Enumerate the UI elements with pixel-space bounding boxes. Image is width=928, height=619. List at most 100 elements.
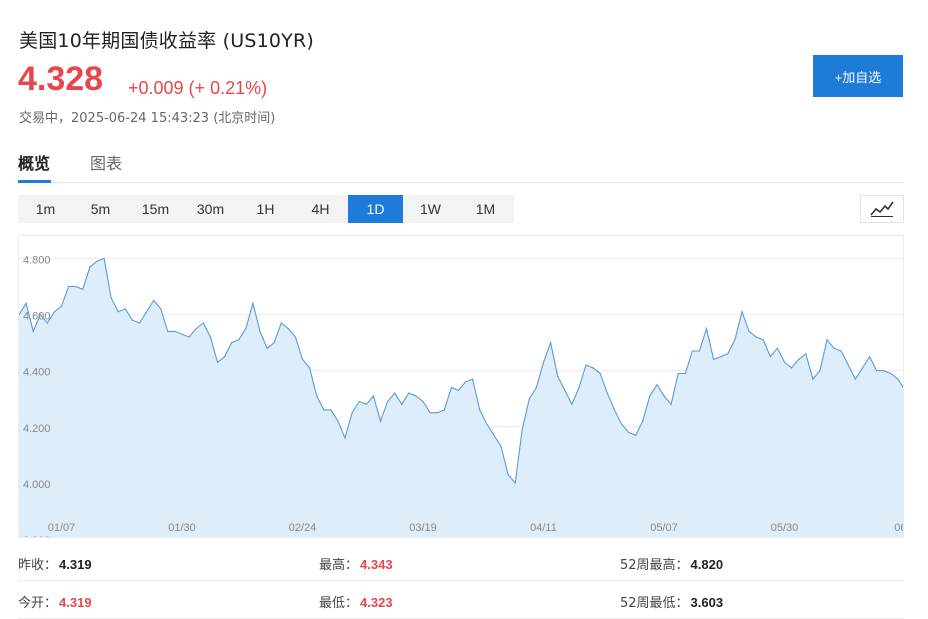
data-point xyxy=(649,395,651,397)
data-point xyxy=(32,330,34,332)
y-tick-label: 4.600 xyxy=(23,311,51,323)
interval-1mo[interactable]: 1M xyxy=(458,195,513,223)
data-point xyxy=(330,409,332,411)
data-point xyxy=(394,392,396,394)
data-point xyxy=(897,378,899,380)
data-point xyxy=(422,400,424,403)
data-point xyxy=(564,389,566,391)
price-change: +0.009 (+ 0.21%) xyxy=(128,78,268,98)
data-point xyxy=(748,330,750,332)
data-point xyxy=(550,342,552,344)
chart-type-button[interactable] xyxy=(860,195,904,223)
stat-prev-close: 昨收： 4.319 xyxy=(18,557,92,573)
data-point xyxy=(769,356,771,358)
data-point xyxy=(883,370,885,372)
data-point xyxy=(174,330,176,332)
interval-1h[interactable]: 1H xyxy=(238,195,293,223)
data-point xyxy=(160,308,162,310)
data-point xyxy=(486,423,488,425)
data-point xyxy=(167,330,169,332)
data-point xyxy=(124,308,126,310)
data-point xyxy=(323,409,325,411)
data-point xyxy=(372,395,374,397)
data-point xyxy=(252,302,254,304)
tab-overview[interactable]: 概览 xyxy=(18,150,51,183)
data-point xyxy=(195,328,197,330)
data-point xyxy=(464,381,467,383)
data-point xyxy=(202,322,204,324)
data-point xyxy=(521,429,523,431)
data-point xyxy=(876,370,878,372)
interval-5m[interactable]: 5m xyxy=(73,195,128,223)
data-point xyxy=(287,328,289,330)
data-point xyxy=(138,322,141,324)
stat-52w-high: 52周最高： 4.820 xyxy=(620,557,724,573)
data-point xyxy=(535,386,538,389)
data-point xyxy=(798,358,800,360)
interval-1m[interactable]: 1m xyxy=(18,195,73,223)
data-point xyxy=(266,347,268,349)
x-tick-label: 01/30 xyxy=(168,522,196,534)
interval-1d[interactable]: 1D xyxy=(348,195,403,223)
stat-low: 最低： 4.323 xyxy=(319,595,393,611)
data-point xyxy=(847,364,849,366)
data-point xyxy=(762,339,764,341)
chart-canvas: 4.800 4.600 4.400 4.200 4.000 3.80001/07 01/30… xyxy=(19,254,903,538)
stats-row: 今开： 4.319 最低： 4.323 52周最低： 3.603 xyxy=(18,581,904,619)
add-watchlist-button[interactable]: +加自选 xyxy=(813,55,903,97)
data-point xyxy=(826,339,828,341)
data-point xyxy=(500,445,502,447)
interval-4h[interactable]: 4H xyxy=(293,195,348,223)
data-point xyxy=(443,409,445,411)
data-point xyxy=(542,361,545,363)
data-point xyxy=(734,339,736,341)
y-tick-label: 4.400 xyxy=(23,367,51,379)
series-area xyxy=(19,258,903,537)
data-point xyxy=(46,322,48,324)
data-point xyxy=(216,361,219,363)
x-tick-label: 05/07 xyxy=(650,522,678,534)
data-point xyxy=(578,386,580,389)
data-point xyxy=(642,420,644,422)
data-point xyxy=(25,302,27,304)
yield-chart[interactable]: 4.800 4.600 4.400 4.200 4.000 3.80001/07 01/30… xyxy=(18,235,904,538)
data-point xyxy=(224,356,226,358)
data-point xyxy=(890,372,892,375)
tab-chart[interactable]: 图表 xyxy=(90,150,122,182)
data-point xyxy=(854,378,857,380)
interval-30m[interactable]: 30m xyxy=(183,195,238,223)
data-point xyxy=(663,395,665,397)
data-point xyxy=(727,353,729,355)
stat-high: 最高： 4.343 xyxy=(319,557,393,573)
interval-selector: 1m 5m 15m 30m 1H 4H 1D 1W 1M xyxy=(18,195,514,223)
data-point xyxy=(755,336,757,338)
data-point xyxy=(358,400,360,403)
line-chart-icon xyxy=(870,201,894,217)
data-point xyxy=(514,482,516,484)
data-point xyxy=(337,420,339,422)
y-tick-label: 4.800 xyxy=(23,254,51,266)
data-point xyxy=(741,311,743,313)
data-point xyxy=(316,395,318,397)
data-point xyxy=(592,367,594,369)
interval-15m[interactable]: 15m xyxy=(128,195,183,223)
data-point xyxy=(776,347,779,349)
tab-bar: 概览 图表 xyxy=(18,150,904,183)
data-point xyxy=(585,364,587,366)
y-tick-label: 3.800 xyxy=(23,535,51,538)
data-point xyxy=(819,370,821,372)
x-tick-label: 03/19 xyxy=(409,522,437,534)
data-point xyxy=(677,372,679,375)
data-point xyxy=(238,339,240,341)
data-point xyxy=(188,336,190,338)
current-price: 4.328 xyxy=(18,60,104,98)
data-point xyxy=(635,434,637,436)
data-point xyxy=(479,409,481,411)
interval-1w[interactable]: 1W xyxy=(403,195,458,223)
data-point xyxy=(698,350,701,352)
data-point xyxy=(131,319,133,321)
data-point xyxy=(280,322,282,324)
data-point xyxy=(117,311,119,313)
data-point xyxy=(415,395,417,397)
data-point xyxy=(507,473,509,476)
